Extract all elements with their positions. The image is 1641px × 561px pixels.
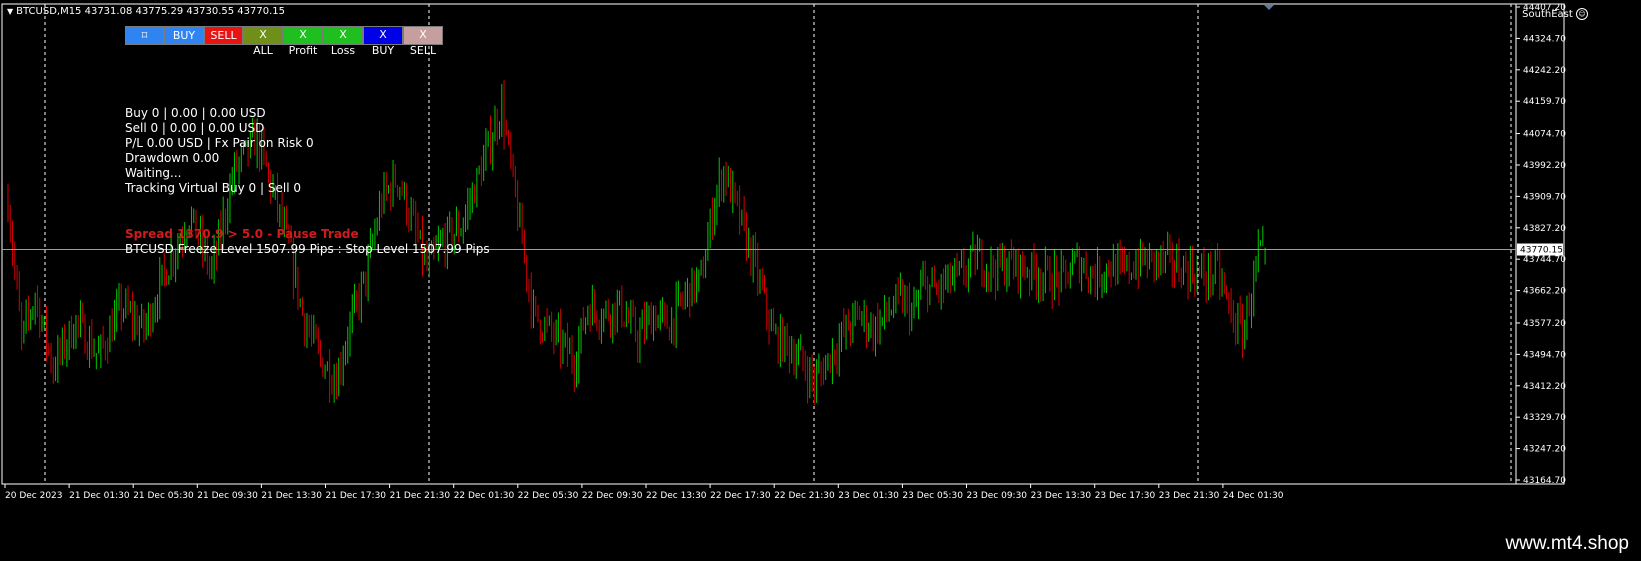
smiley-icon: ☺ xyxy=(1576,8,1588,20)
time-label: 22 Dec 05:30 xyxy=(518,491,579,501)
price-label: 43494.70 xyxy=(1523,350,1566,360)
time-label: 21 Dec 05:30 xyxy=(133,491,194,501)
time-label: 24 Dec 01:30 xyxy=(1223,491,1284,501)
time-label: 23 Dec 21:30 xyxy=(1159,491,1220,501)
tracking-text: Tracking Virtual Buy 0 | Sell 0 xyxy=(125,181,301,195)
price-label: 44159.70 xyxy=(1523,97,1566,107)
pl-summary: P/L 0.00 USD | Fx Pair on Risk 0 xyxy=(125,136,314,150)
time-label: 23 Dec 05:30 xyxy=(902,491,963,501)
time-label: 23 Dec 01:30 xyxy=(838,491,899,501)
buy-summary: Buy 0 | 0.00 | 0.00 USD xyxy=(125,106,266,120)
time-label: 21 Dec 01:30 xyxy=(69,491,130,501)
current-price-label: 43770.15 xyxy=(1520,246,1563,256)
time-label: 21 Dec 17:30 xyxy=(326,491,387,501)
price-label: 43164.70 xyxy=(1523,476,1566,486)
crosshair-button[interactable]: ⌑ xyxy=(125,26,164,45)
time-label: 20 Dec 2023 xyxy=(5,491,63,501)
buy-button[interactable]: BUY xyxy=(164,26,204,45)
time-label: 22 Dec 01:30 xyxy=(454,491,515,501)
drawdown-text: Drawdown 0.00 xyxy=(125,151,220,165)
close-loss-button[interactable]: X Loss xyxy=(323,26,363,57)
price-label: 43247.20 xyxy=(1523,445,1566,455)
time-label: 21 Dec 21:30 xyxy=(390,491,451,501)
price-label: 44242.20 xyxy=(1523,66,1566,76)
price-label: 43577.20 xyxy=(1523,319,1566,329)
time-label: 23 Dec 13:30 xyxy=(1031,491,1092,501)
close-profit-button[interactable]: X Profit xyxy=(283,26,323,57)
price-label: 43744.70 xyxy=(1523,255,1566,265)
close-buy-button[interactable]: X BUY xyxy=(363,26,403,57)
price-label: 43412.20 xyxy=(1523,382,1566,392)
price-label: 44074.70 xyxy=(1523,130,1566,140)
footer-bar xyxy=(0,532,1641,561)
freeze-level-text: BTCUSD Freeze Level 1507.99 Pips : Stop … xyxy=(125,242,490,256)
time-label: 23 Dec 17:30 xyxy=(1095,491,1156,501)
spread-warning: Spread 1370.9 > 5.0 - Pause Trade xyxy=(125,227,359,241)
time-label: 22 Dec 13:30 xyxy=(646,491,707,501)
dropdown-triangle-icon[interactable]: ▼ xyxy=(7,7,13,16)
price-label: 43329.70 xyxy=(1523,413,1566,423)
price-label: 43827.20 xyxy=(1523,224,1566,234)
time-label: 21 Dec 09:30 xyxy=(197,491,258,501)
price-chart[interactable]: 44407.2044324.7044242.2044159.7044074.70… xyxy=(0,0,1641,532)
chart-background xyxy=(0,0,1641,532)
symbol-header: ▼ BTCUSD,M15 43731.08 43775.29 43730.55 4… xyxy=(7,6,285,18)
time-label: 22 Dec 17:30 xyxy=(710,491,771,501)
price-label: 43662.20 xyxy=(1523,287,1566,297)
price-label: 43992.20 xyxy=(1523,161,1566,171)
time-label: 22 Dec 09:30 xyxy=(582,491,643,501)
sell-summary: Sell 0 | 0.00 | 0.00 USD xyxy=(125,121,265,135)
spread-info: Spread 1370.9 > 5.0 - Pause Trade BTCUSD… xyxy=(125,227,490,257)
watermark: www.mt4.shop xyxy=(1505,533,1629,554)
price-label: 43909.70 xyxy=(1523,192,1566,202)
account-info: Buy 0 | 0.00 | 0.00 USD Sell 0 | 0.00 | … xyxy=(125,106,314,196)
corner-label-text: SouthEast xyxy=(1522,9,1573,20)
price-label: 44324.70 xyxy=(1523,34,1566,44)
time-label: 22 Dec 21:30 xyxy=(774,491,835,501)
symbol-header-text: BTCUSD,M15 43731.08 43775.29 43730.55 43… xyxy=(16,6,285,17)
sell-button[interactable]: SELL xyxy=(204,26,243,45)
close-all-button[interactable]: X ALL xyxy=(243,26,283,57)
close-sell-button[interactable]: X SELL xyxy=(403,26,443,57)
status-text: Waiting... xyxy=(125,166,182,180)
corner-label: SouthEast ☺ xyxy=(1522,8,1588,20)
time-label: 23 Dec 09:30 xyxy=(967,491,1028,501)
trade-toolbar: ⌑ BUY SELL X ALL X Profit X Loss X BUY X… xyxy=(125,26,443,57)
time-label: 21 Dec 13:30 xyxy=(261,491,322,501)
